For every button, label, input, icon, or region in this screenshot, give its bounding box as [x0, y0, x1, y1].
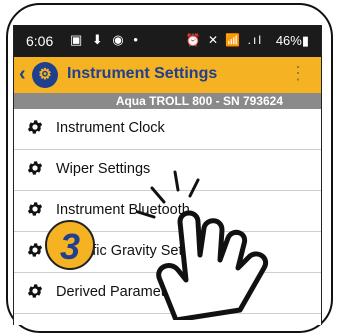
back-arrow-icon[interactable]: ‹ [19, 63, 26, 86]
overflow-menu-icon[interactable]: ⋮ [289, 63, 307, 84]
step-number: 3 [59, 226, 81, 267]
gear-icon [27, 243, 43, 257]
device-bar: Aqua TROLL 800 - SN 793624 [14, 93, 321, 109]
notification-icons: ▣ ⬇ ◉ • [70, 32, 141, 47]
system-icons: ⏰ ✕ 📶 .ıl [185, 33, 263, 47]
gear-icon [27, 284, 43, 298]
page-title: Instrument Settings [67, 65, 218, 82]
status-time: 6:06 [26, 33, 54, 49]
list-item-instrument-clock[interactable]: Instrument Clock [14, 109, 321, 150]
app-logo-icon: ⚙ [32, 62, 58, 88]
app-bar: ‹ ⚙ Instrument Settings ⋮ [14, 57, 321, 93]
gear-icon [27, 202, 43, 216]
gear-icon [27, 161, 43, 175]
gear-icon [27, 120, 43, 134]
status-bar: 6:06 ▣ ⬇ ◉ • ⏰ ✕ 📶 .ıl 46%▮ [14, 25, 321, 57]
battery-indicator: 46%▮ [275, 33, 309, 48]
tap-hand-icon [136, 170, 268, 320]
step-number-badge: 3 [45, 220, 95, 270]
list-item-label: Instrument Clock [56, 120, 165, 136]
